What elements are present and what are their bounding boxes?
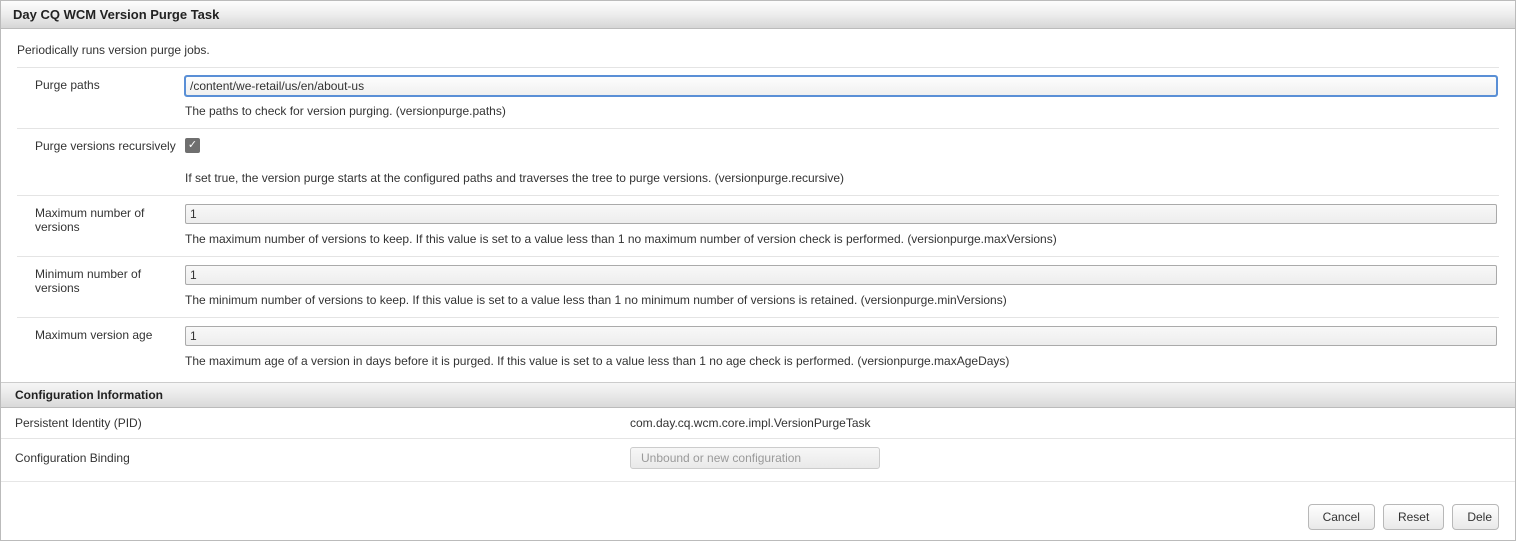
row-max-age: Maximum version age The maximum age of a… — [17, 317, 1499, 378]
row-max-versions: Maximum number of versions The maximum n… — [17, 195, 1499, 256]
label-pid: Persistent Identity (PID) — [1, 408, 616, 439]
config-info-heading: Configuration Information — [1, 382, 1515, 408]
cancel-button[interactable]: Cancel — [1308, 504, 1375, 530]
row-pid: Persistent Identity (PID) com.day.cq.wcm… — [1, 408, 1515, 439]
value-binding: Unbound or new configuration — [630, 447, 880, 469]
row-binding: Configuration Binding Unbound or new con… — [1, 439, 1515, 478]
help-max-age: The maximum age of a version in days bef… — [185, 354, 1497, 368]
config-info-table: Persistent Identity (PID) com.day.cq.wcm… — [1, 408, 1515, 477]
config-dialog: Day CQ WCM Version Purge Task Periodical… — [0, 0, 1516, 541]
dialog-title: Day CQ WCM Version Purge Task — [1, 1, 1515, 29]
help-min-versions: The minimum number of versions to keep. … — [185, 293, 1497, 307]
dialog-description: Periodically runs version purge jobs. — [1, 29, 1515, 67]
help-recursive: If set true, the version purge starts at… — [185, 171, 1497, 185]
input-purge-paths[interactable] — [185, 76, 1497, 96]
form-area: Purge paths The paths to check for versi… — [1, 67, 1515, 382]
input-min-versions[interactable] — [185, 265, 1497, 285]
button-bar: Cancel Reset Dele — [1, 481, 1515, 540]
delete-button[interactable]: Dele — [1452, 504, 1499, 530]
row-recursive: Purge versions recursively ✓ If set true… — [17, 128, 1499, 195]
label-max-versions: Maximum number of versions — [17, 204, 185, 234]
row-purge-paths: Purge paths The paths to check for versi… — [17, 67, 1499, 128]
label-max-age: Maximum version age — [17, 326, 185, 342]
reset-button[interactable]: Reset — [1383, 504, 1444, 530]
help-max-versions: The maximum number of versions to keep. … — [185, 232, 1497, 246]
label-recursive: Purge versions recursively — [17, 137, 185, 153]
help-purge-paths: The paths to check for version purging. … — [185, 104, 1497, 118]
value-pid: com.day.cq.wcm.core.impl.VersionPurgeTas… — [616, 408, 1515, 439]
label-binding: Configuration Binding — [1, 439, 616, 478]
label-min-versions: Minimum number of versions — [17, 265, 185, 295]
input-max-versions[interactable] — [185, 204, 1497, 224]
checkbox-recursive[interactable]: ✓ — [185, 138, 200, 153]
row-min-versions: Minimum number of versions The minimum n… — [17, 256, 1499, 317]
label-purge-paths: Purge paths — [17, 76, 185, 92]
input-max-age[interactable] — [185, 326, 1497, 346]
